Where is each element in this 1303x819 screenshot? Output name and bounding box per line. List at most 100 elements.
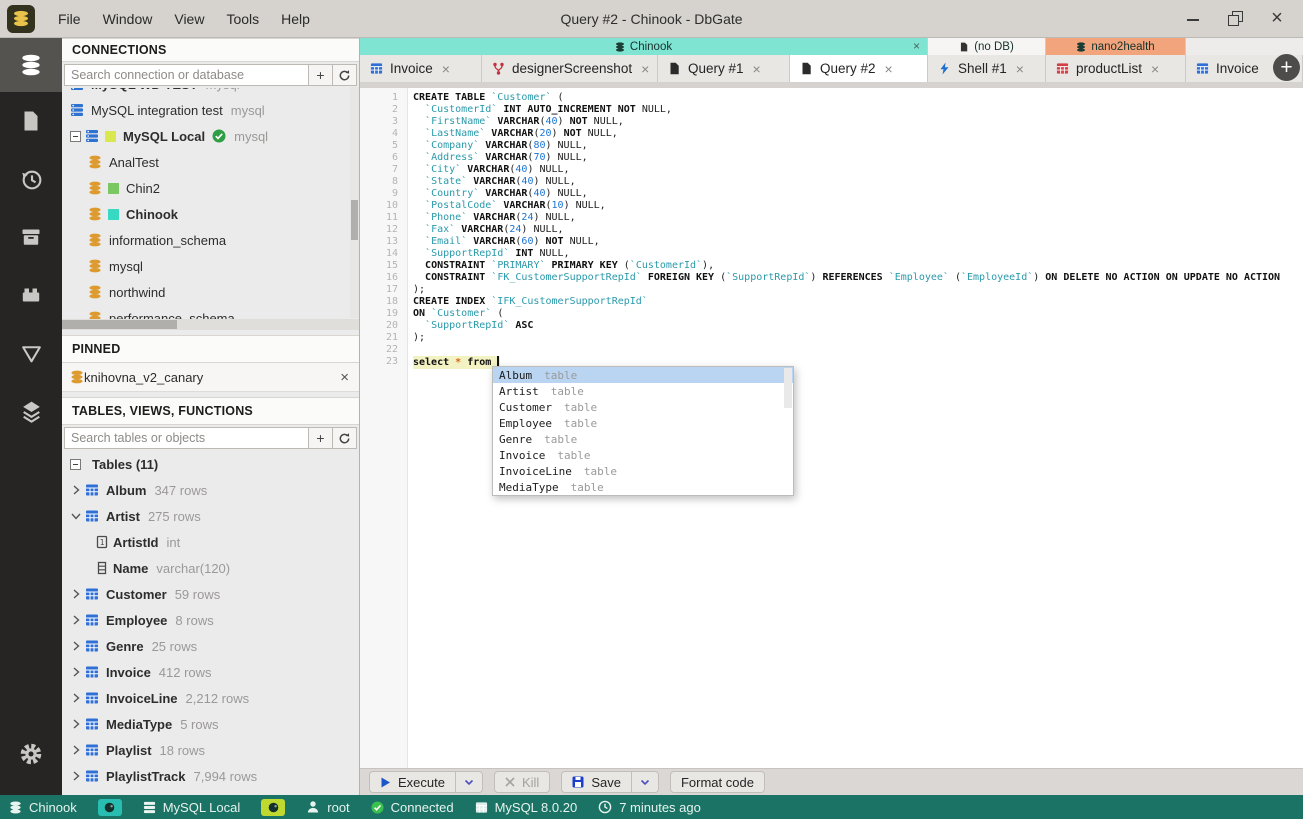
autocomplete-item-invoice[interactable]: Invoice table (493, 447, 793, 463)
rail-database-icon[interactable] (0, 38, 62, 92)
rail-file-icon[interactable] (0, 92, 62, 150)
tab-label: Query #1 (688, 61, 744, 76)
collapse-box-icon[interactable] (70, 130, 81, 142)
pinned-item[interactable]: knihovna_v2_canary × (62, 363, 359, 392)
menu-tools[interactable]: Tools (215, 0, 270, 38)
execute-button[interactable]: Execute (369, 771, 483, 793)
close-group-button[interactable]: × (913, 39, 920, 53)
connection-item-mysql-local[interactable]: MySQL Local mysql (62, 123, 359, 149)
refresh-connections-button[interactable] (333, 64, 357, 86)
close-tab-button[interactable]: × (641, 61, 649, 77)
save-button[interactable]: Save (561, 771, 659, 793)
collapse-box-icon[interactable] (70, 458, 81, 470)
database-icon (1077, 41, 1086, 52)
autocomplete-item-invoiceline[interactable]: InvoiceLine table (493, 463, 793, 479)
table-item-employee[interactable]: Employee 8 rows (62, 607, 359, 633)
rail-history-icon[interactable] (0, 150, 62, 208)
connection-item-mysql-wd-test[interactable]: MySQL WD TEST mysql (62, 88, 359, 97)
table-item-customer[interactable]: Customer 59 rows (62, 581, 359, 607)
tab-shell-1[interactable]: Shell #1 × (928, 55, 1046, 82)
line-number: 15 (385, 260, 398, 271)
format-code-button[interactable]: Format code (669, 771, 765, 793)
menu-window[interactable]: Window (92, 0, 164, 38)
menu-help[interactable]: Help (270, 0, 321, 38)
tab-group--no-db-[interactable]: (no DB) (928, 38, 1046, 55)
connection-item-chin2[interactable]: Chin2 (62, 175, 359, 201)
line-number: 14 (385, 248, 398, 259)
autocomplete-item-employee[interactable]: Employee table (493, 415, 793, 431)
palette-icon (104, 802, 115, 812)
table-item-invoiceline[interactable]: InvoiceLine 2,212 rows (62, 685, 359, 711)
autocomplete-item-mediatype[interactable]: MediaType table (493, 479, 793, 495)
connection-item-chinook[interactable]: Chinook (62, 201, 359, 227)
save-menu-button[interactable] (632, 772, 658, 792)
database-color-badge[interactable] (97, 798, 122, 816)
minimize-button[interactable] (1185, 11, 1201, 27)
tab-query-1[interactable]: Query #1 × (658, 55, 790, 82)
tab-designerscreenshot[interactable]: designerScreenshot × (482, 55, 658, 82)
tab-group-chinook[interactable]: Chinook × (360, 38, 928, 55)
tab-productlist[interactable]: productList × (1046, 55, 1186, 82)
column-item-name[interactable]: Name varchar(120) (62, 555, 359, 581)
row-count: 25 rows (151, 638, 198, 654)
connection-item-mysql[interactable]: mysql (62, 253, 359, 279)
tables-search-input[interactable] (64, 427, 309, 449)
close-tab-button[interactable]: × (1016, 61, 1024, 77)
tables-root-node[interactable]: Tables (11) (62, 451, 359, 477)
line-number: 10 (385, 200, 398, 211)
connection-item-information-schema[interactable]: information_schema (62, 227, 359, 253)
menu-view[interactable]: View (163, 0, 215, 38)
table-item-genre[interactable]: Genre 25 rows (62, 633, 359, 659)
menu-file[interactable]: File (47, 0, 92, 38)
refresh-objects-button[interactable] (333, 427, 357, 449)
column-item-artistid[interactable]: 1 ArtistId int (62, 529, 359, 555)
rail-plugins-icon[interactable] (0, 266, 62, 324)
server-color-badge[interactable] (261, 798, 286, 816)
table-item-artist[interactable]: Artist 275 rows (62, 503, 359, 529)
rail-settings-icon[interactable] (0, 725, 62, 783)
rail-triangle-icon[interactable] (0, 324, 62, 382)
tab-query-2[interactable]: Query #2 × (790, 55, 928, 82)
rail-archive-icon[interactable] (0, 208, 62, 266)
file-icon (670, 62, 679, 75)
autocomplete-item-genre[interactable]: Genre table (493, 431, 793, 447)
table-item-album[interactable]: Album 347 rows (62, 477, 359, 503)
execute-menu-button[interactable] (456, 772, 482, 792)
close-tab-button[interactable]: × (753, 61, 761, 77)
rail-layers-icon[interactable] (0, 382, 62, 440)
connection-item-northwind[interactable]: northwind (62, 279, 359, 305)
close-tab-button[interactable]: × (1151, 61, 1159, 77)
tab-group-nano2health[interactable]: nano2health (1046, 38, 1186, 55)
connections-search-input[interactable] (64, 64, 309, 86)
connections-vscrollbar[interactable] (350, 87, 359, 318)
restore-button[interactable] (1227, 10, 1243, 27)
statusbar-database[interactable]: Chinook (9, 800, 77, 815)
autocomplete-item-album[interactable]: Album table (493, 367, 793, 383)
close-tab-button[interactable]: × (442, 61, 450, 77)
table-item-mediatype[interactable]: MediaType 5 rows (62, 711, 359, 737)
connection-item-performance-schema[interactable]: performance_schema (62, 305, 359, 319)
left-panel: CONNECTIONS + MySQL WD TESTmysqlMySQL in… (62, 38, 360, 795)
connections-header: CONNECTIONS (62, 38, 359, 62)
line-number: 23 (385, 356, 398, 367)
column-type: int (166, 534, 181, 550)
table-item-invoice[interactable]: Invoice 412 rows (62, 659, 359, 685)
tab-label: Shell #1 (958, 61, 1007, 76)
autocomplete-item-customer[interactable]: Customer table (493, 399, 793, 415)
add-connection-button[interactable]: + (309, 64, 333, 86)
connection-item-analtest[interactable]: AnalTest (62, 149, 359, 175)
table-item-playlist[interactable]: Playlist 18 rows (62, 737, 359, 763)
connection-item-mysql-integration-test[interactable]: MySQL integration test mysql (62, 97, 359, 123)
bolt-icon (940, 62, 949, 75)
autocomplete-scrollbar[interactable] (784, 368, 792, 408)
tab-invoice[interactable]: Invoice × (360, 55, 482, 82)
statusbar-server[interactable]: MySQL Local (143, 800, 240, 815)
connections-hscrollbar[interactable] (62, 319, 359, 330)
unpin-button[interactable]: × (340, 369, 349, 386)
table-item-playlisttrack[interactable]: PlaylistTrack 7,994 rows (62, 763, 359, 789)
close-tab-button[interactable]: × (885, 61, 893, 77)
new-tab-button[interactable]: + (1273, 54, 1300, 81)
add-object-button[interactable]: + (309, 427, 333, 449)
close-button[interactable]: × (1269, 8, 1285, 28)
autocomplete-item-artist[interactable]: Artist table (493, 383, 793, 399)
